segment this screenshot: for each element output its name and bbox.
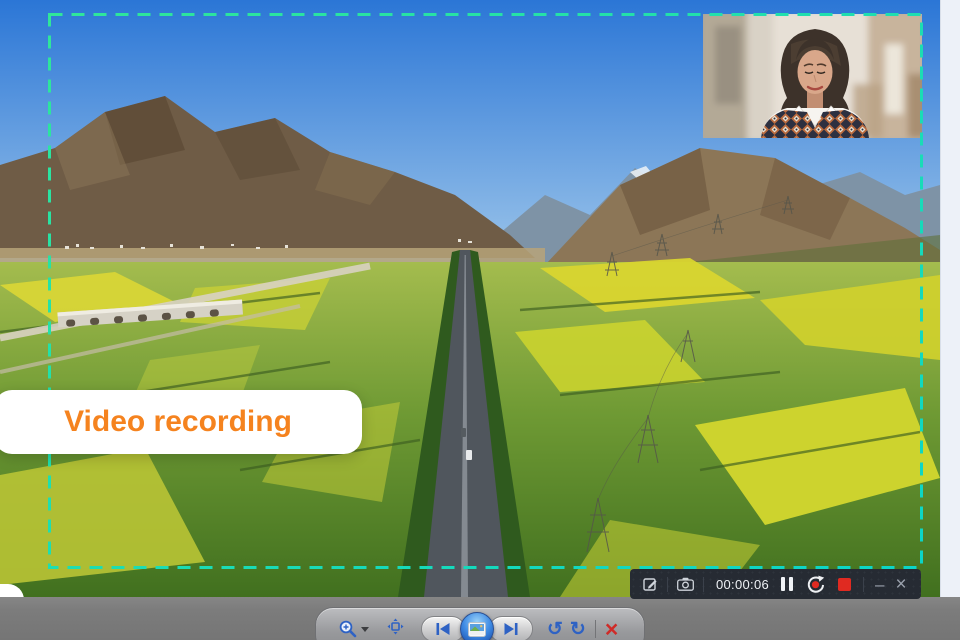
minimize-button[interactable]: – — [875, 576, 884, 593]
mode-label: Video recording — [64, 405, 292, 438]
screenshot-button[interactable] — [677, 577, 694, 591]
pause-icon — [781, 577, 786, 591]
recording-timer: 00:00:06 — [716, 576, 770, 592]
restart-record-icon — [807, 575, 825, 593]
delete-button[interactable]: × — [605, 617, 618, 640]
close-button[interactable]: × — [895, 575, 906, 594]
zoom-button[interactable] — [338, 619, 369, 639]
divider — [667, 576, 668, 592]
camera-icon — [677, 577, 694, 591]
slideshow-button[interactable] — [460, 612, 494, 640]
mode-label-card: Video recording — [0, 390, 362, 454]
next-button[interactable] — [489, 616, 533, 640]
recording-toolbar: 00:00:06 – × — [630, 569, 921, 599]
edit-icon — [643, 577, 657, 591]
previous-button[interactable] — [421, 616, 465, 640]
actual-size-icon — [387, 618, 404, 635]
webcam-video — [703, 14, 922, 138]
stop-button[interactable] — [838, 577, 852, 591]
pause-button[interactable] — [781, 577, 794, 591]
viewer-background-strip — [940, 0, 960, 597]
actual-size-button[interactable] — [387, 618, 404, 640]
zoom-icon — [339, 620, 357, 638]
slideshow-icon — [468, 621, 486, 637]
next-icon — [504, 623, 518, 635]
rotate-right-button[interactable]: ↻ — [570, 620, 586, 639]
zoom-caret-icon — [361, 626, 369, 632]
photo-viewer-toolbar: ↺ ↻ × — [315, 607, 645, 640]
divider — [594, 620, 596, 638]
restart-record-button[interactable] — [806, 575, 825, 594]
edit-button[interactable] — [643, 577, 658, 592]
previous-icon — [436, 623, 450, 635]
screen-capture-demo: Video recording 00:00:06 – × ↺ ↻ × — [0, 0, 960, 640]
rotate-left-button[interactable]: ↺ — [547, 620, 563, 639]
divider — [863, 576, 865, 592]
divider — [703, 576, 704, 592]
webcam-overlay[interactable] — [703, 14, 922, 138]
